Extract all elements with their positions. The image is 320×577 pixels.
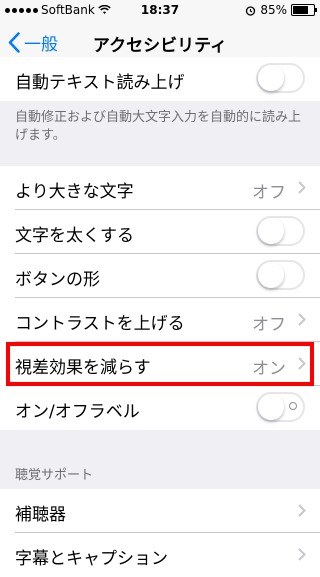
chevron-right-icon [298, 504, 306, 517]
footer-note: 自動修正および自動大文字入力を自動的に読み上げます。 [15, 110, 302, 143]
row-label: ボタンの形 [15, 270, 100, 290]
row-subtitles[interactable]: 字幕とキャプション [0, 533, 320, 577]
chevron-right-icon [298, 181, 306, 194]
row-label: 補聴器 [15, 505, 66, 525]
chevron-right-icon [298, 357, 306, 370]
row-value: オフ [252, 315, 286, 335]
row-label: オン/オフラベル [15, 402, 140, 422]
chevron-right-icon [298, 548, 306, 561]
row-auto-speak-text[interactable]: 自動テキスト読み上げ [0, 57, 320, 101]
battery-percent: 85% [260, 3, 287, 17]
row-increase-contrast[interactable]: コントラストを上げる オフ [0, 298, 320, 342]
row-label: 視差効果を減らす [15, 358, 151, 378]
row-label: 自動テキスト読み上げ [15, 73, 185, 93]
section-header-hearing: 聴覚サポート [15, 468, 94, 483]
battery-fill [293, 6, 308, 14]
alarm-icon [246, 5, 256, 16]
on-off-labels-toggle[interactable] [256, 392, 305, 422]
page-title: アクセシビリティ [92, 36, 228, 56]
battery-icon [291, 4, 317, 16]
row-button-shapes[interactable]: ボタンの形 [0, 254, 320, 298]
chevron-right-icon [298, 313, 306, 326]
row-larger-text[interactable]: より大きな文字 オフ [0, 166, 320, 210]
row-bold-text[interactable]: 文字を太くする [0, 210, 320, 254]
bold-text-toggle[interactable] [256, 216, 305, 246]
row-reduce-motion[interactable]: 視差効果を減らす オン [0, 342, 320, 386]
status-right: 85% [245, 3, 317, 17]
row-value: オン [252, 359, 286, 379]
auto-speak-text-toggle[interactable] [256, 63, 305, 93]
button-shapes-toggle[interactable] [256, 260, 305, 290]
row-label: コントラストを上げる [15, 314, 185, 334]
row-label: 字幕とキャプション [15, 549, 168, 569]
row-label: 文字を太くする [15, 226, 134, 246]
row-on-off-labels[interactable]: オン/オフラベル [0, 386, 320, 430]
row-label: より大きな文字 [15, 182, 134, 202]
off-label-ring-icon [289, 402, 297, 410]
row-hearing-aids[interactable]: 補聴器 [0, 489, 320, 533]
status-bar: SoftBank 18:37 85% [0, 0, 320, 20]
row-value: オフ [252, 183, 286, 203]
